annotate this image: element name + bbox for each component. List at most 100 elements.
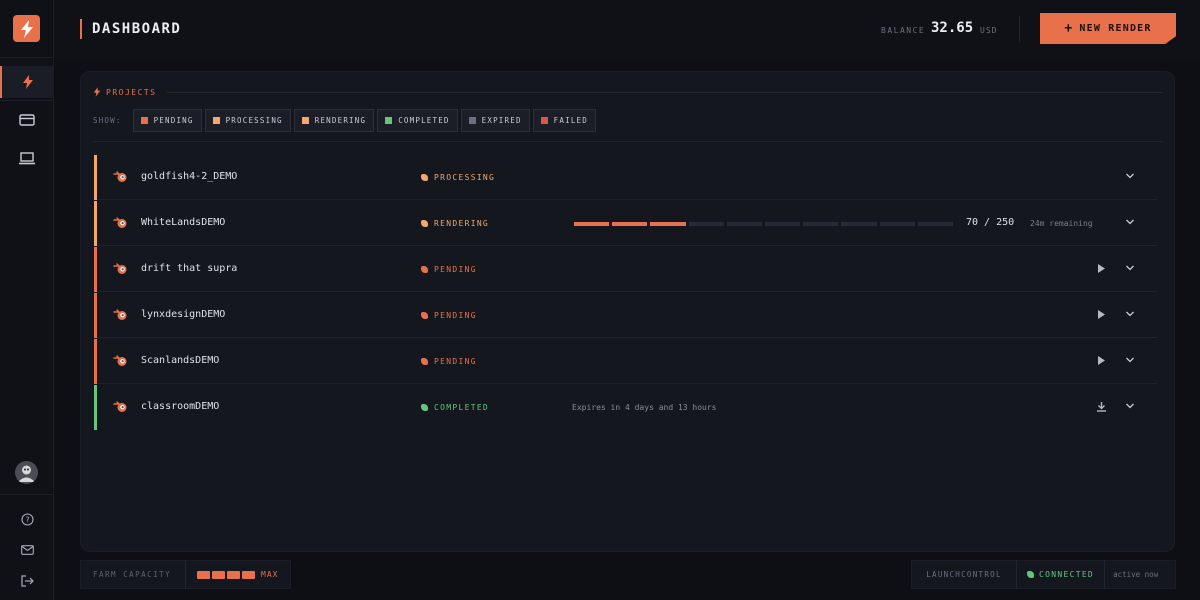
status-dot [421, 220, 428, 227]
chevron-down-icon[interactable] [1125, 402, 1135, 410]
status-swatch [468, 117, 476, 124]
avatar-icon [15, 461, 38, 484]
project-row[interactable]: drift that supra PENDING [94, 247, 1157, 292]
progress-segment [650, 222, 686, 226]
page-title: DASHBOARD [80, 19, 181, 39]
balance-value: 32.65 [931, 20, 974, 36]
status-bar [94, 155, 97, 200]
launchcontrol-widget: LAUNCHCONTROL CONNECTED active now [911, 560, 1176, 589]
progress-segment [765, 222, 801, 226]
progress-segment [803, 222, 839, 226]
status-bar [94, 385, 97, 430]
blender-icon [113, 263, 127, 274]
download-icon[interactable] [1096, 401, 1107, 412]
project-status: PENDING [421, 357, 477, 366]
avatar[interactable] [15, 461, 38, 484]
blender-icon [113, 309, 127, 320]
balance-label: BALANCE [881, 26, 926, 35]
render-progress-bar [574, 222, 954, 226]
new-render-button[interactable]: + NEW RENDER [1040, 13, 1176, 44]
project-name: lynxdesignDEMO [141, 309, 226, 320]
filter-rendering[interactable]: RENDERING [293, 109, 375, 132]
status-label: PENDING [434, 265, 477, 274]
status-label: RENDERING [434, 219, 490, 228]
bolt-icon [93, 87, 101, 97]
launchcontrol-label: LAUNCHCONTROL [926, 570, 1002, 579]
capacity-meter [197, 570, 255, 579]
filter-processing[interactable]: PROCESSING [204, 109, 291, 132]
sidebar: ? [0, 0, 54, 600]
bolt-icon [23, 75, 33, 89]
new-render-label: NEW RENDER [1079, 23, 1152, 34]
status-swatch [540, 117, 548, 124]
filter-completed[interactable]: COMPLETED [377, 109, 458, 132]
filter-label: FAILED [553, 116, 588, 125]
project-row[interactable]: WhiteLandsDEMO RENDERING 70 / 250 24m re… [94, 201, 1157, 246]
filter-label: RENDERING [314, 116, 367, 125]
blender-icon [113, 217, 127, 228]
play-icon[interactable] [1096, 263, 1106, 274]
laptop-icon [19, 151, 35, 164]
play-icon[interactable] [1096, 309, 1106, 320]
active-text: active now [1113, 570, 1159, 579]
sidebar-item-billing[interactable] [0, 104, 54, 136]
chevron-down-icon[interactable] [1125, 310, 1135, 318]
farm-capacity-widget: FARM CAPACITY MAX [80, 560, 291, 589]
blender-icon [113, 171, 127, 182]
project-status: PROCESSING [421, 173, 495, 182]
sidebar-item-devices[interactable] [0, 142, 54, 174]
frame-count: 70 / 250 [966, 217, 1015, 228]
balance-unit: USD [980, 26, 998, 35]
status-dot [1027, 571, 1034, 578]
projects-label: PROJECTS [106, 87, 157, 97]
project-name: WhiteLandsDEMO [141, 217, 226, 228]
project-row[interactable]: lynxdesignDEMO PENDING [94, 293, 1157, 338]
time-remaining: 24m remaining [1030, 219, 1093, 228]
mail-button[interactable] [0, 534, 54, 566]
logout-button[interactable] [0, 565, 54, 597]
project-row[interactable]: ScanlandsDEMO PENDING [94, 339, 1157, 384]
chevron-down-icon[interactable] [1125, 172, 1135, 180]
status-swatch [212, 117, 220, 124]
project-row[interactable]: classroomDEMO COMPLETED Expires in 4 day… [94, 385, 1157, 430]
status-dot [421, 404, 428, 411]
svg-text:?: ? [25, 515, 29, 524]
project-name: drift that supra [141, 263, 238, 274]
status-bar [94, 339, 97, 384]
filter-divider [93, 141, 1163, 142]
blender-icon [113, 355, 127, 366]
chevron-down-icon[interactable] [1125, 356, 1135, 364]
farm-capacity-label: FARM CAPACITY [93, 570, 172, 579]
status-label: PENDING [434, 311, 477, 320]
sidebar-item-dashboard[interactable] [0, 66, 54, 98]
status-swatch [385, 117, 393, 124]
blender-icon [113, 401, 127, 412]
progress-segment [879, 222, 915, 226]
mail-icon [20, 545, 34, 555]
status-bar [94, 201, 97, 246]
filter-label: PENDING [153, 116, 194, 125]
status-label: COMPLETED [434, 403, 490, 412]
projects-panel: PROJECTS SHOW: PENDING PROCESSING RENDER… [80, 71, 1175, 552]
logo[interactable] [13, 15, 40, 42]
help-button[interactable]: ? [0, 503, 54, 535]
project-row[interactable]: goldfish4-2_DEMO PROCESSING [94, 155, 1157, 200]
section-divider [167, 92, 1163, 93]
filter-label: EXPIRED [481, 116, 522, 125]
progress-segment [726, 222, 763, 226]
bolt-logo-icon [20, 19, 33, 38]
filter-label: COMPLETED [398, 116, 450, 125]
logout-icon [20, 575, 34, 587]
status-bar [94, 247, 97, 292]
chevron-down-icon[interactable] [1125, 218, 1135, 226]
filter-pending[interactable]: PENDING [132, 109, 202, 132]
show-label: SHOW: [93, 116, 122, 125]
status-dot [421, 358, 428, 365]
play-icon[interactable] [1096, 355, 1106, 366]
status-dot [421, 174, 428, 181]
filter-failed[interactable]: FAILED [532, 109, 596, 132]
progress-segment [574, 222, 610, 226]
filter-expired[interactable]: EXPIRED [460, 109, 530, 132]
status-swatch [301, 117, 309, 124]
chevron-down-icon[interactable] [1125, 264, 1135, 272]
